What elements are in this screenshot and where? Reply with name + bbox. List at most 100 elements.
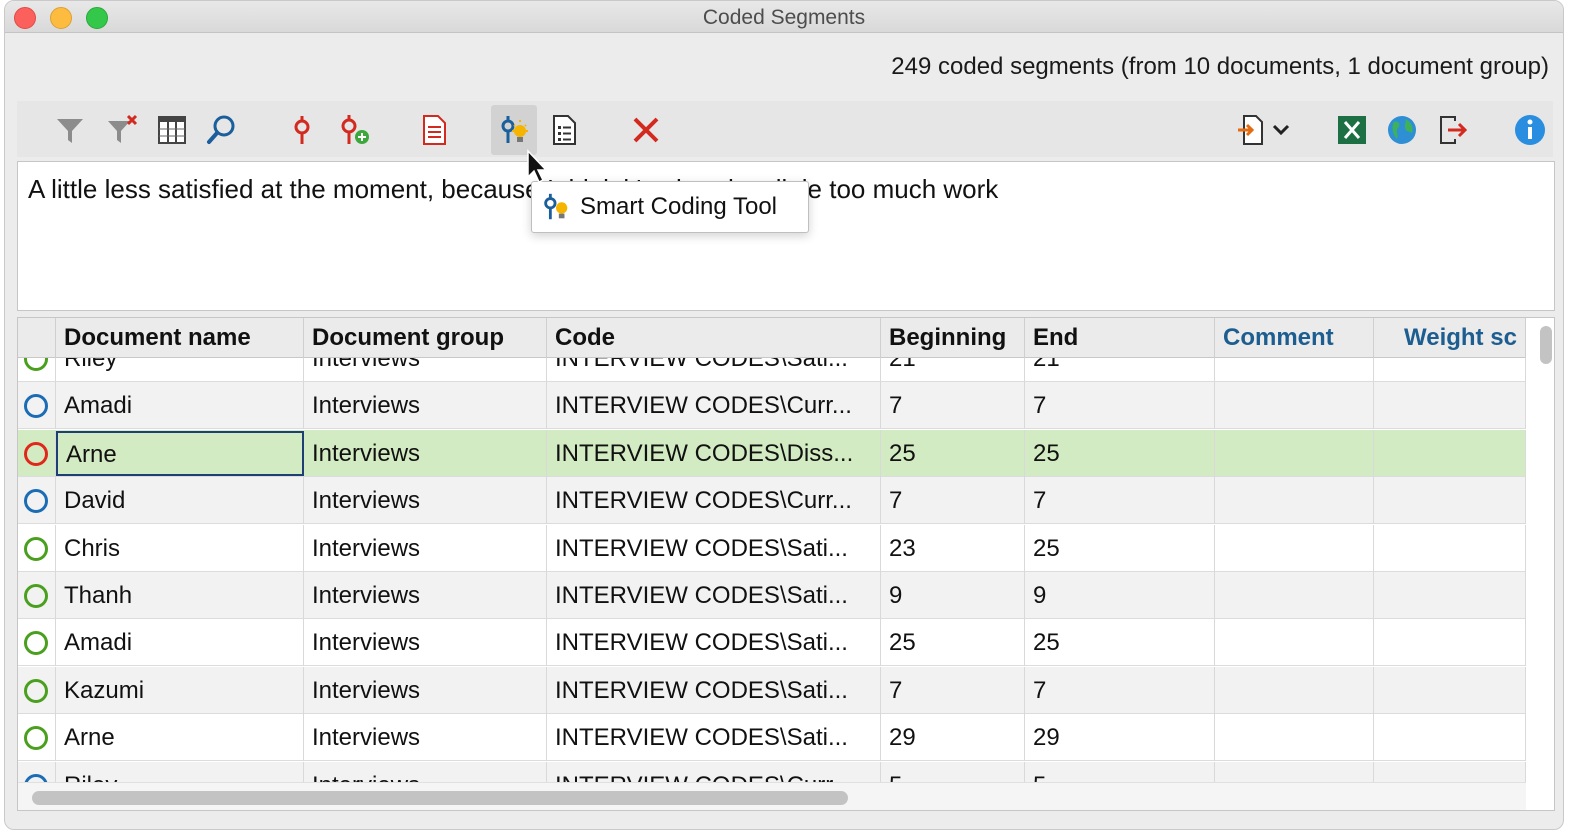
- table-row[interactable]: Riley Interviews INTERVIEW CODES\Sati... 21…: [18, 358, 1526, 382]
- cell-comment[interactable]: [1215, 619, 1374, 667]
- cell-code[interactable]: INTERVIEW CODES\Curr...: [547, 477, 881, 525]
- cell-document-name[interactable]: Riley: [56, 358, 304, 382]
- table-row[interactable]: RileyInterviewsINTERVIEW CODES\Curr...55: [18, 761, 1526, 782]
- cell-code[interactable]: INTERVIEW CODES\Diss...: [547, 429, 881, 477]
- cell-weight-score[interactable]: [1374, 619, 1526, 667]
- cell-weight-score[interactable]: [1374, 358, 1526, 382]
- cell-weight-score[interactable]: [1374, 666, 1526, 714]
- cell-comment[interactable]: [1215, 572, 1374, 619]
- cell-document-name[interactable]: Arne: [56, 714, 304, 762]
- cell-code[interactable]: INTERVIEW CODES\Sati...: [547, 619, 881, 667]
- cell-comment[interactable]: [1215, 761, 1374, 782]
- cell-weight-score[interactable]: [1374, 382, 1526, 430]
- cell-document-name[interactable]: Amadi: [56, 619, 304, 667]
- cell-comment[interactable]: [1215, 358, 1374, 382]
- column-header-weight-score[interactable]: Weight sc: [1374, 318, 1526, 358]
- cell-comment[interactable]: [1215, 524, 1374, 572]
- vertical-scrollbar[interactable]: [1540, 326, 1552, 364]
- cell-end[interactable]: 5: [1025, 761, 1215, 782]
- cell-beginning[interactable]: 25: [881, 429, 1025, 477]
- overview-icon[interactable]: [541, 105, 587, 155]
- cell-beginning[interactable]: 7: [881, 666, 1025, 714]
- table-row[interactable]: Amadi Interviews INTERVIEW CODES\Curr... 7 7: [18, 382, 1526, 430]
- cell-end[interactable]: 7: [1025, 382, 1215, 430]
- globe-icon[interactable]: [1379, 105, 1425, 155]
- cell-comment[interactable]: [1215, 382, 1374, 430]
- cell-weight-score[interactable]: [1374, 572, 1526, 619]
- columns-icon[interactable]: [149, 105, 195, 155]
- filter-icon[interactable]: [47, 105, 93, 155]
- cell-document-group[interactable]: Interviews: [304, 666, 547, 714]
- cell-document-name[interactable]: Kazumi: [56, 666, 304, 714]
- cell-beginning[interactable]: 5: [881, 761, 1025, 782]
- cell-document-name[interactable]: Chris: [56, 524, 304, 572]
- document-icon[interactable]: [411, 105, 457, 155]
- cell-end[interactable]: 29: [1025, 714, 1215, 762]
- add-code-icon[interactable]: [331, 105, 377, 155]
- table-row[interactable]: Amadi Interviews INTERVIEW CODES\Sati... 25…: [18, 619, 1526, 667]
- column-header-end[interactable]: End: [1025, 318, 1215, 358]
- cell-document-group[interactable]: Interviews: [304, 714, 547, 762]
- cell-code[interactable]: INTERVIEW CODES\Sati...: [547, 572, 881, 619]
- search-icon[interactable]: [199, 105, 245, 155]
- table-row[interactable]: Arne Interviews INTERVIEW CODES\Sati... 29 2…: [18, 714, 1526, 762]
- column-header-comment[interactable]: Comment: [1215, 318, 1374, 358]
- cell-end[interactable]: 25: [1025, 524, 1215, 572]
- column-header-document-name[interactable]: Document name: [56, 318, 304, 358]
- table-row[interactable]: Thanh Interviews INTERVIEW CODES\Sati... 9 9: [18, 572, 1526, 619]
- cell-comment[interactable]: [1215, 477, 1374, 525]
- cell-end[interactable]: 7: [1025, 666, 1215, 714]
- cell-document-group[interactable]: Interviews: [304, 619, 547, 667]
- cell-code[interactable]: INTERVIEW CODES\Sati...: [547, 714, 881, 762]
- column-header-beginning[interactable]: Beginning: [881, 318, 1025, 358]
- cell-weight-score[interactable]: [1374, 429, 1526, 477]
- cell-code[interactable]: INTERVIEW CODES\Curr...: [547, 382, 881, 430]
- cell-code[interactable]: INTERVIEW CODES\Sati...: [547, 358, 881, 382]
- cell-weight-score[interactable]: [1374, 761, 1526, 782]
- cell-beginning[interactable]: 7: [881, 477, 1025, 525]
- cell-comment[interactable]: [1215, 714, 1374, 762]
- info-icon[interactable]: [1507, 105, 1553, 155]
- cell-end[interactable]: 7: [1025, 477, 1215, 525]
- cell-document-name[interactable]: Thanh: [56, 572, 304, 619]
- cell-beginning[interactable]: 29: [881, 714, 1025, 762]
- cell-document-name[interactable]: Arne: [56, 430, 304, 476]
- cell-beginning[interactable]: 9: [881, 572, 1025, 619]
- cell-weight-score[interactable]: [1374, 714, 1526, 762]
- excel-icon[interactable]: [1329, 105, 1375, 155]
- horizontal-scrollbar[interactable]: [32, 791, 848, 805]
- code-icon[interactable]: [279, 105, 325, 155]
- column-header-document-group[interactable]: Document group: [304, 318, 547, 358]
- delete-icon[interactable]: [623, 105, 669, 155]
- cell-document-group[interactable]: Interviews: [304, 358, 547, 382]
- cell-document-name[interactable]: Amadi: [56, 382, 304, 430]
- clear-filter-icon[interactable]: [99, 105, 145, 155]
- cell-document-group[interactable]: Interviews: [304, 761, 547, 782]
- logout-icon[interactable]: [1429, 105, 1475, 155]
- cell-comment[interactable]: [1215, 429, 1374, 477]
- cell-code[interactable]: INTERVIEW CODES\Curr...: [547, 761, 881, 782]
- cell-document-name[interactable]: Riley: [56, 761, 304, 782]
- cell-end[interactable]: 9: [1025, 572, 1215, 619]
- export-icon[interactable]: [1229, 105, 1299, 155]
- cell-code[interactable]: INTERVIEW CODES\Sati...: [547, 666, 881, 714]
- smart-coding-icon[interactable]: [491, 105, 537, 155]
- cell-beginning[interactable]: 21: [881, 358, 1025, 382]
- cell-weight-score[interactable]: [1374, 477, 1526, 525]
- status-column-header[interactable]: [18, 318, 56, 358]
- cell-document-group[interactable]: Interviews: [304, 477, 547, 525]
- cell-beginning[interactable]: 23: [881, 524, 1025, 572]
- cell-document-group[interactable]: Interviews: [304, 429, 547, 477]
- cell-document-name[interactable]: David: [56, 477, 304, 525]
- cell-document-group[interactable]: Interviews: [304, 524, 547, 572]
- cell-document-group[interactable]: Interviews: [304, 572, 547, 619]
- table-row[interactable]: Kazumi Interviews INTERVIEW CODES\Sati... 7…: [18, 666, 1526, 714]
- cell-comment[interactable]: [1215, 666, 1374, 714]
- cell-end[interactable]: 21: [1025, 358, 1215, 382]
- table-row[interactable]: Arne Interviews INTERVIEW CODES\Diss... 25 2…: [18, 429, 1526, 477]
- table-row[interactable]: Chris Interviews INTERVIEW CODES\Sati... 23…: [18, 524, 1526, 572]
- cell-beginning[interactable]: 25: [881, 619, 1025, 667]
- table-row[interactable]: David Interviews INTERVIEW CODES\Curr... 7 7: [18, 477, 1526, 525]
- cell-end[interactable]: 25: [1025, 429, 1215, 477]
- column-header-code[interactable]: Code: [547, 318, 881, 358]
